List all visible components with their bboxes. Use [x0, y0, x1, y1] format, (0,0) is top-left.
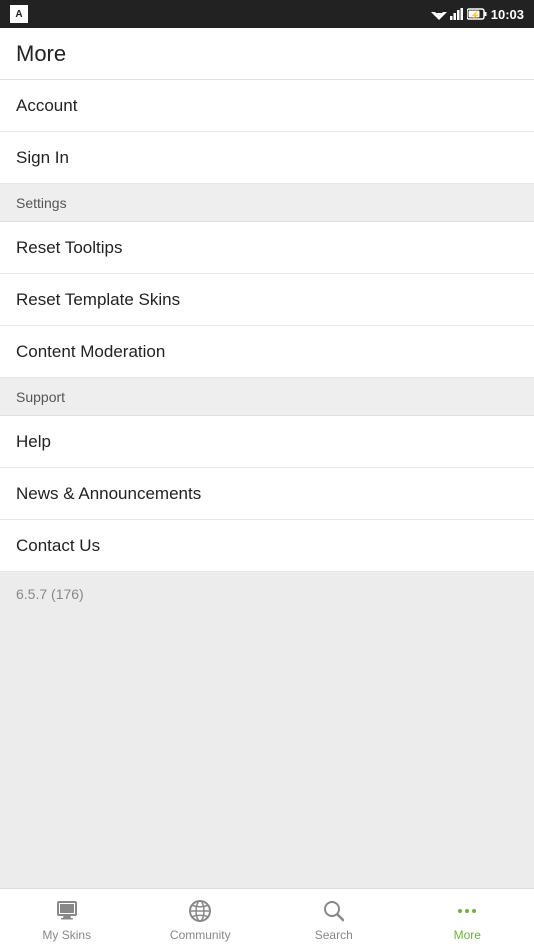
community-icon [187, 898, 213, 924]
status-time: 10:03 [491, 7, 524, 22]
menu-item-contact-us[interactable]: Contact Us [0, 520, 534, 572]
nav-item-more[interactable]: More [407, 898, 527, 942]
menu-item-news-announcements[interactable]: News & Announcements [0, 468, 534, 520]
content-area: Account Sign In Settings Reset Tooltips … [0, 80, 534, 940]
status-icons: ⚡ [431, 8, 487, 20]
nav-item-search[interactable]: Search [274, 898, 394, 942]
wifi-icon [431, 8, 447, 20]
header: More [0, 28, 534, 80]
menu-item-reset-tooltips[interactable]: Reset Tooltips [0, 222, 534, 274]
svg-text:⚡: ⚡ [470, 10, 480, 20]
section-header-settings: Settings [0, 184, 534, 222]
my-skins-label: My Skins [42, 928, 91, 942]
page-title: More [16, 41, 66, 67]
menu-item-reset-template-skins[interactable]: Reset Template Skins [0, 274, 534, 326]
nav-item-community[interactable]: Community [140, 898, 260, 942]
status-bar: A ⚡ 10:03 [0, 0, 534, 28]
menu-item-content-moderation[interactable]: Content Moderation [0, 326, 534, 378]
bottom-nav: My Skins Community Search [0, 888, 534, 950]
search-label: Search [315, 928, 353, 942]
my-skins-icon [54, 898, 80, 924]
menu-item-account[interactable]: Account [0, 80, 534, 132]
more-label: More [454, 928, 481, 942]
search-icon [321, 898, 347, 924]
version-area: 6.5.7 (176) [0, 572, 534, 940]
version-text: 6.5.7 (176) [16, 586, 84, 602]
nav-item-my-skins[interactable]: My Skins [7, 898, 127, 942]
status-bar-left: A [10, 5, 28, 23]
menu-item-help[interactable]: Help [0, 416, 534, 468]
battery-icon: ⚡ [467, 8, 487, 20]
signal-icon [450, 8, 464, 20]
section-header-support: Support [0, 378, 534, 416]
community-label: Community [170, 928, 231, 942]
status-bar-right: ⚡ 10:03 [431, 7, 524, 22]
app-icon: A [10, 5, 28, 23]
more-icon [454, 898, 480, 924]
menu-item-sign-in[interactable]: Sign In [0, 132, 534, 184]
